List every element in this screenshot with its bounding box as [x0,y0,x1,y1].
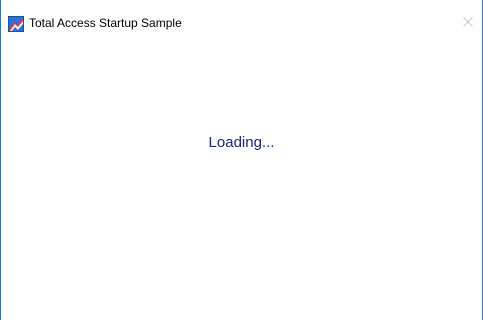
close-icon [463,14,473,32]
app-window: Total Access Startup Sample Loading... [0,0,483,320]
app-icon [8,16,24,32]
loading-status-label: Loading... [208,134,275,151]
form-content: Loading... [1,46,482,320]
close-button[interactable] [454,10,482,36]
title-bar[interactable]: Total Access Startup Sample [1,0,482,46]
window-title: Total Access Startup Sample [29,16,182,30]
